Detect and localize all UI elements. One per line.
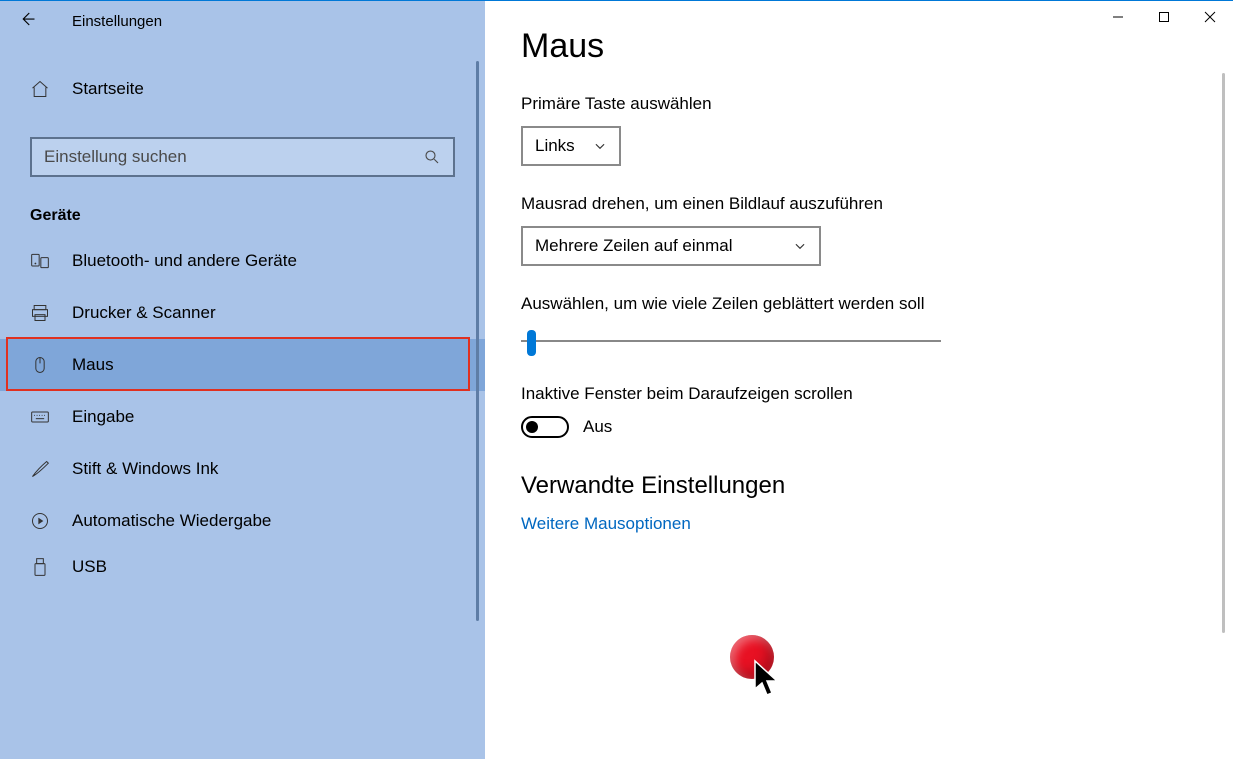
additional-mouse-options-link[interactable]: Weitere Mausoptionen (521, 514, 691, 534)
slider-track (521, 340, 941, 342)
wheel-scroll-dropdown[interactable]: Mehrere Zeilen auf einmal (521, 226, 821, 266)
content-scrollbar[interactable] (1222, 73, 1225, 633)
lines-slider-label: Auswählen, um wie viele Zeilen geblätter… (521, 294, 1233, 314)
back-button[interactable] (18, 10, 36, 33)
close-icon (1204, 11, 1216, 23)
toggle-knob (526, 421, 538, 433)
search-placeholder: Einstellung suchen (44, 147, 187, 167)
autoplay-icon (30, 511, 50, 531)
window-controls (1095, 1, 1233, 33)
sidebar-item-label: Bluetooth- und andere Geräte (72, 251, 297, 271)
sidebar-item-pen[interactable]: Stift & Windows Ink (0, 443, 485, 495)
printer-icon (30, 303, 50, 323)
search-input[interactable]: Einstellung suchen (30, 137, 455, 177)
minimize-button[interactable] (1095, 1, 1141, 33)
sidebar-item-label: Stift & Windows Ink (72, 459, 218, 479)
content-pane: Maus Primäre Taste auswählen Links Mausr… (485, 1, 1233, 759)
usb-icon (30, 557, 50, 577)
related-settings-heading: Verwandte Einstellungen (521, 472, 1233, 500)
cursor-annotation (753, 659, 785, 699)
wheel-scroll-label: Mausrad drehen, um einen Bildlauf auszuf… (521, 194, 1233, 214)
sidebar-home[interactable]: Startseite (30, 65, 485, 113)
keyboard-icon (30, 407, 50, 427)
sidebar-item-mouse[interactable]: Maus (0, 339, 485, 391)
sidebar-item-autoplay[interactable]: Automatische Wiedergabe (0, 495, 485, 547)
chevron-down-icon (593, 139, 607, 153)
mouse-icon (30, 355, 50, 375)
maximize-icon (1158, 11, 1170, 23)
sidebar-item-printers[interactable]: Drucker & Scanner (0, 287, 485, 339)
sidebar-item-label: Eingabe (72, 407, 134, 427)
pen-icon (30, 459, 50, 479)
window-title: Einstellungen (72, 13, 162, 30)
primary-button-label: Primäre Taste auswählen (521, 94, 1233, 114)
dropdown-value: Mehrere Zeilen auf einmal (535, 236, 732, 256)
arrow-left-icon (18, 10, 36, 28)
sidebar-home-label: Startseite (72, 79, 144, 99)
chevron-down-icon (793, 239, 807, 253)
home-icon (30, 79, 50, 99)
lines-slider[interactable] (521, 328, 941, 356)
sidebar: Startseite Einstellung suchen Geräte Blu… (0, 1, 485, 759)
titlebar-left: Einstellungen (0, 1, 485, 41)
toggle-state-label: Aus (583, 417, 612, 437)
sidebar-item-label: Automatische Wiedergabe (72, 511, 271, 531)
inactive-scroll-label: Inaktive Fenster beim Daraufzeigen scrol… (521, 384, 1233, 404)
inactive-scroll-toggle[interactable] (521, 416, 569, 438)
maximize-button[interactable] (1141, 1, 1187, 33)
sidebar-item-label: USB (72, 557, 107, 577)
sidebar-section-label: Geräte (30, 207, 485, 225)
close-button[interactable] (1187, 1, 1233, 33)
sidebar-item-typing[interactable]: Eingabe (0, 391, 485, 443)
settings-window: Einstellungen Startseite Einstellung suc… (0, 0, 1233, 759)
bluetooth-devices-icon (30, 251, 50, 271)
sidebar-item-label: Maus (72, 355, 114, 375)
dropdown-value: Links (535, 136, 575, 156)
sidebar-item-label: Drucker & Scanner (72, 303, 216, 323)
search-icon (423, 148, 441, 166)
slider-thumb[interactable] (527, 330, 536, 356)
sidebar-scrollbar[interactable] (476, 61, 479, 621)
primary-button-dropdown[interactable]: Links (521, 126, 621, 166)
sidebar-item-bluetooth[interactable]: Bluetooth- und andere Geräte (0, 235, 485, 287)
sidebar-item-usb[interactable]: USB (0, 547, 485, 587)
minimize-icon (1112, 11, 1124, 23)
